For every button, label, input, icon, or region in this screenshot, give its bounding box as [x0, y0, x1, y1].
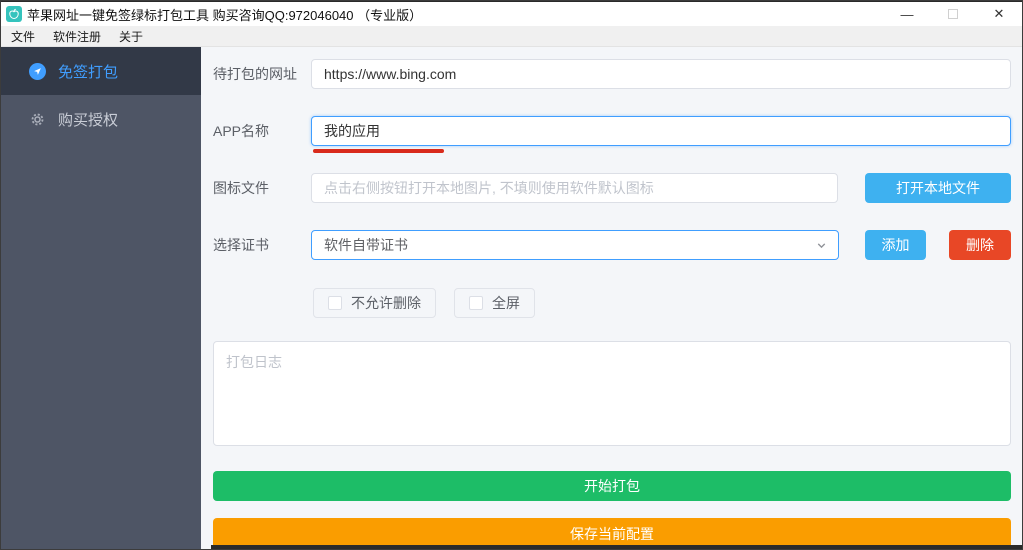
- app-name-label: APP名称: [213, 121, 311, 141]
- url-input[interactable]: [311, 59, 1011, 89]
- delete-certificate-button[interactable]: 删除: [949, 230, 1011, 260]
- package-log-textarea[interactable]: [213, 341, 1011, 446]
- certificate-row: 选择证书 软件自带证书 添加 删除: [213, 230, 1011, 260]
- app-name-row: APP名称: [213, 116, 1011, 146]
- gear-icon: [29, 111, 46, 128]
- menu-register[interactable]: 软件注册: [44, 26, 110, 46]
- menu-bar: 文件 软件注册 关于: [1, 26, 1022, 47]
- checkbox-label: 全屏: [492, 293, 520, 313]
- checkbox-label: 不允许删除: [351, 293, 421, 313]
- start-package-button[interactable]: 开始打包: [213, 471, 1011, 501]
- app-logo-apple-icon: [6, 6, 22, 22]
- checkbox-icon: [469, 296, 483, 310]
- maximize-icon: [948, 9, 958, 19]
- sidebar-item-free-package[interactable]: 免签打包: [1, 47, 201, 95]
- options-row: 不允许删除 全屏: [213, 288, 1011, 318]
- checkbox-no-delete[interactable]: 不允许删除: [313, 288, 436, 318]
- menu-about[interactable]: 关于: [110, 26, 152, 46]
- sidebar-item-purchase-license[interactable]: 购买授权: [1, 95, 201, 143]
- red-underline-annotation: [313, 149, 444, 153]
- icon-file-label: 图标文件: [213, 178, 311, 198]
- sidebar-item-label: 购买授权: [58, 109, 118, 130]
- certificate-label: 选择证书: [213, 235, 311, 255]
- icon-file-input[interactable]: [311, 173, 838, 203]
- icon-file-row: 图标文件 打开本地文件: [213, 173, 1011, 203]
- minimize-button[interactable]: —: [884, 2, 930, 26]
- main-panel: 待打包的网址 APP名称 图标文件 打开本地文件: [201, 47, 1022, 549]
- menu-file[interactable]: 文件: [11, 26, 44, 46]
- sidebar: 免签打包 购买授权: [1, 47, 201, 549]
- app-name-input[interactable]: [311, 116, 1011, 146]
- window-controls: — ✕: [884, 2, 1022, 26]
- maximize-button[interactable]: [930, 2, 976, 26]
- chevron-down-icon: [815, 239, 828, 252]
- bottom-edge-strip: [211, 545, 1022, 549]
- close-button[interactable]: ✕: [976, 2, 1022, 26]
- paper-plane-icon: [29, 63, 46, 80]
- checkbox-icon: [328, 296, 342, 310]
- window-body: 免签打包 购买授权 待打包的网址 APP名: [1, 47, 1022, 549]
- checkbox-fullscreen[interactable]: 全屏: [454, 288, 535, 318]
- url-label: 待打包的网址: [213, 64, 311, 84]
- certificate-select[interactable]: 软件自带证书: [311, 230, 839, 260]
- certificate-selected-value: 软件自带证书: [324, 235, 408, 255]
- url-row: 待打包的网址: [213, 59, 1011, 89]
- window-title: 苹果网址一键免签绿标打包工具 购买咨询QQ:972046040 （专业版）: [27, 5, 422, 24]
- add-certificate-button[interactable]: 添加: [865, 230, 926, 260]
- open-local-file-button[interactable]: 打开本地文件: [865, 173, 1011, 203]
- app-window: 苹果网址一键免签绿标打包工具 购买咨询QQ:972046040 （专业版） — …: [0, 0, 1023, 550]
- title-bar: 苹果网址一键免签绿标打包工具 购买咨询QQ:972046040 （专业版） — …: [1, 1, 1022, 26]
- sidebar-item-label: 免签打包: [58, 61, 118, 82]
